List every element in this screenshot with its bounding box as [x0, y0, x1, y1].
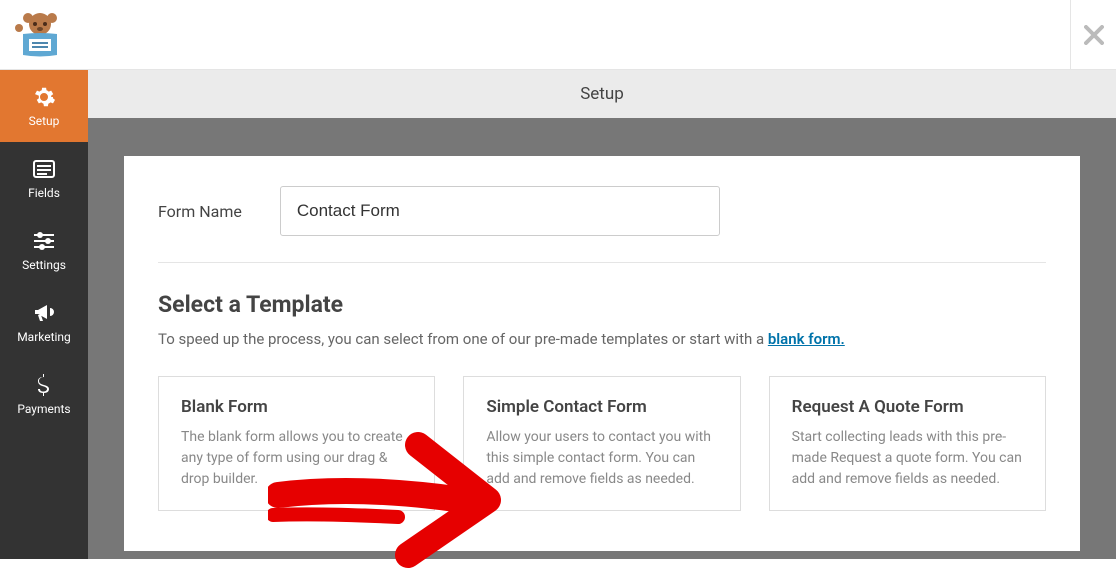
sidebar-item-marketing[interactable]: Marketing [0, 286, 88, 358]
sidebar-item-label: Setup [29, 114, 60, 128]
template-title: Blank Form [181, 397, 412, 417]
template-simple-contact-form[interactable]: Simple Contact Form Allow your users to … [463, 376, 740, 511]
template-blank-form[interactable]: Blank Form The blank form allows you to … [158, 376, 435, 511]
sidebar-item-label: Fields [28, 186, 60, 200]
list-icon [32, 156, 56, 182]
megaphone-icon [32, 300, 56, 326]
template-heading: Select a Template [158, 291, 1046, 318]
sidebar-item-label: Payments [17, 402, 70, 416]
template-desc: Start collecting leads with this pre-mad… [792, 427, 1023, 490]
sidebar-item-label: Marketing [17, 330, 71, 344]
top-bar [0, 0, 1116, 70]
form-name-input[interactable] [280, 186, 720, 236]
setup-card: Form Name Select a Template To speed up … [124, 156, 1080, 551]
sliders-icon [32, 228, 56, 254]
template-desc: The blank form allows you to create any … [181, 427, 412, 490]
template-grid: Blank Form The blank form allows you to … [158, 376, 1046, 511]
template-description: To speed up the process, you can select … [158, 330, 1046, 348]
close-button[interactable] [1070, 0, 1116, 70]
page-title-bar: Setup [88, 70, 1116, 118]
template-request-quote-form[interactable]: Request A Quote Form Start collecting le… [769, 376, 1046, 511]
form-name-label: Form Name [158, 202, 242, 221]
main-area: Setup Form Name Select a Template To spe… [88, 70, 1116, 559]
template-desc: Allow your users to contact you with thi… [486, 427, 717, 490]
sidebar-item-payments[interactable]: Payments [0, 358, 88, 430]
sidebar-item-label: Settings [22, 258, 66, 272]
dollar-icon [36, 372, 52, 398]
page-title: Setup [580, 84, 624, 104]
close-icon [1084, 19, 1104, 52]
blank-form-link[interactable]: blank form. [768, 330, 845, 348]
wpforms-logo [15, 10, 65, 60]
sidebar-item-settings[interactable]: Settings [0, 214, 88, 286]
template-title: Simple Contact Form [486, 397, 717, 417]
sidebar-item-setup[interactable]: Setup [0, 70, 88, 142]
sidebar-item-fields[interactable]: Fields [0, 142, 88, 214]
gear-icon [32, 84, 56, 110]
sidebar: Setup Fields Settings Marketing Payments [0, 70, 88, 559]
template-title: Request A Quote Form [792, 397, 1023, 417]
